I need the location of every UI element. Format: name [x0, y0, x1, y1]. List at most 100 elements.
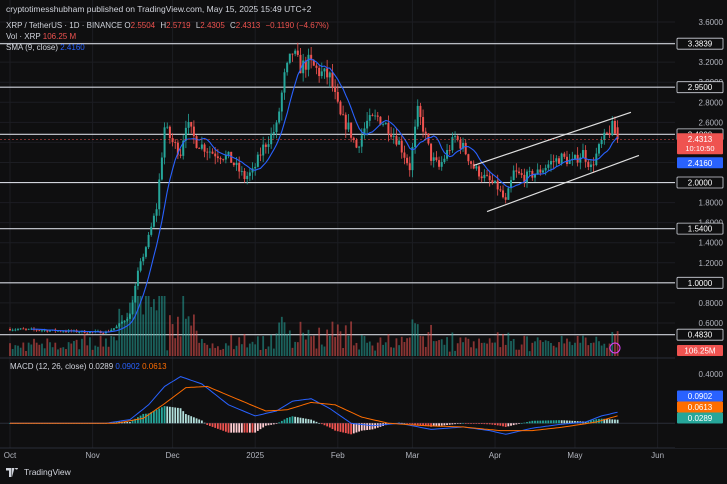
volume-bar [184, 318, 187, 356]
candle-body [504, 197, 507, 200]
volume-bar [454, 350, 456, 356]
volume-bar [339, 331, 342, 356]
macd-histogram-bar [235, 423, 238, 433]
volume-bar [208, 348, 211, 356]
candle-body [342, 114, 345, 116]
volume-bar [595, 336, 598, 356]
volume-bar [176, 316, 179, 356]
macd-histogram-bar [608, 419, 611, 424]
volume-bar [550, 342, 552, 356]
symbol-name[interactable]: XRP / TetherUS · 1D · BINANCE [6, 21, 122, 30]
volume-bar [566, 338, 568, 356]
tradingview-logo[interactable]: TradingView [6, 467, 71, 477]
volume-bar [195, 330, 198, 356]
candle-body [557, 158, 560, 164]
macd-signal-line [10, 385, 618, 432]
candle-body [552, 161, 555, 162]
candle-body [408, 163, 411, 171]
volume-bar [528, 351, 531, 356]
volume-bar [238, 337, 241, 356]
candle-body [483, 174, 486, 179]
candle-body [14, 329, 17, 331]
volume-bar [83, 333, 86, 356]
volume-bar [150, 306, 153, 356]
candle-body [264, 144, 267, 147]
candle-body [344, 114, 347, 130]
macd-histogram-bar [264, 423, 267, 426]
volume-bar [211, 343, 214, 356]
volume-bar [169, 315, 171, 356]
volume-bar [518, 349, 520, 356]
volume-bar [243, 333, 246, 356]
volume-bar [163, 296, 166, 356]
macd-histogram-bar [166, 406, 169, 424]
candle-body [419, 105, 422, 118]
candle-body [488, 175, 491, 181]
sma-label[interactable]: SMA (9, close) [6, 43, 58, 52]
macd-histogram-bar [555, 420, 558, 424]
macd-histogram-bar [339, 423, 342, 432]
candle-body [472, 163, 475, 169]
last-price-label: 2.4313 [688, 135, 713, 144]
sma-value: 2.4160 [60, 43, 85, 52]
macd-histogram-bar [616, 419, 619, 424]
macd-histogram-bar [315, 421, 318, 424]
macd-histogram-bar [550, 420, 552, 424]
volume-bar [35, 342, 38, 356]
volume-bar [502, 333, 504, 356]
volume-bar [350, 321, 353, 356]
candle-body [112, 328, 115, 330]
candle-body [454, 136, 457, 138]
sma-row: SMA (9, close) 2.4160 [6, 43, 85, 53]
candle-body [219, 158, 222, 160]
volume-bar [206, 344, 209, 356]
macd-histogram-bar [318, 422, 321, 424]
macd-histogram-bar [155, 409, 158, 424]
volume-bar [606, 347, 608, 356]
candle-body [459, 139, 462, 149]
volume-bar [371, 345, 374, 356]
time-tick-label: 2025 [246, 451, 264, 460]
candle-body [542, 170, 544, 173]
candle-body [211, 151, 214, 154]
candle-body [491, 180, 494, 183]
candle-body [270, 133, 273, 145]
macd-label[interactable]: MACD (12, 26, close) [10, 362, 86, 371]
trading-chart[interactable]: 3.60003.40003.20003.00002.80002.60002.40… [0, 0, 727, 484]
macd-histogram-bar [328, 423, 331, 428]
macd-histogram-bar [259, 423, 262, 430]
macd-histogram-bar [502, 423, 504, 427]
macd-histogram-bar [182, 411, 185, 424]
time-tick-label: Dec [165, 451, 179, 460]
volume-bar [291, 347, 294, 356]
macd-histogram-bar [350, 423, 353, 435]
volume-bar [475, 348, 478, 356]
macd-histogram-bar [366, 423, 369, 431]
volume-bar [563, 343, 566, 356]
macd-histogram-bar [528, 421, 531, 424]
volume-bar [552, 345, 555, 356]
candle-body [16, 329, 19, 330]
candle-body [62, 331, 65, 333]
candle-body [467, 154, 470, 162]
volume-bar [219, 349, 222, 356]
volume-bar [384, 342, 387, 356]
volume-bar [65, 349, 67, 356]
candle-body [414, 126, 417, 147]
volume-bar [334, 336, 337, 356]
macd-histogram-bar [208, 423, 211, 426]
volume-bar [54, 342, 57, 356]
candle-body [144, 247, 147, 257]
level-badge-label: 1.5400 [688, 225, 713, 234]
volume-bar [110, 335, 113, 356]
volume-bar [278, 322, 281, 356]
volume-bar [17, 345, 19, 356]
macd-histogram-bar [307, 419, 310, 424]
volume-bar [161, 296, 163, 356]
macd-histogram-bar [192, 417, 195, 424]
candle-body [248, 172, 251, 176]
volume-label[interactable]: Vol · XRP [6, 32, 41, 41]
candle-body [518, 171, 521, 174]
candle-body [432, 157, 435, 161]
volume-bar [587, 345, 590, 356]
